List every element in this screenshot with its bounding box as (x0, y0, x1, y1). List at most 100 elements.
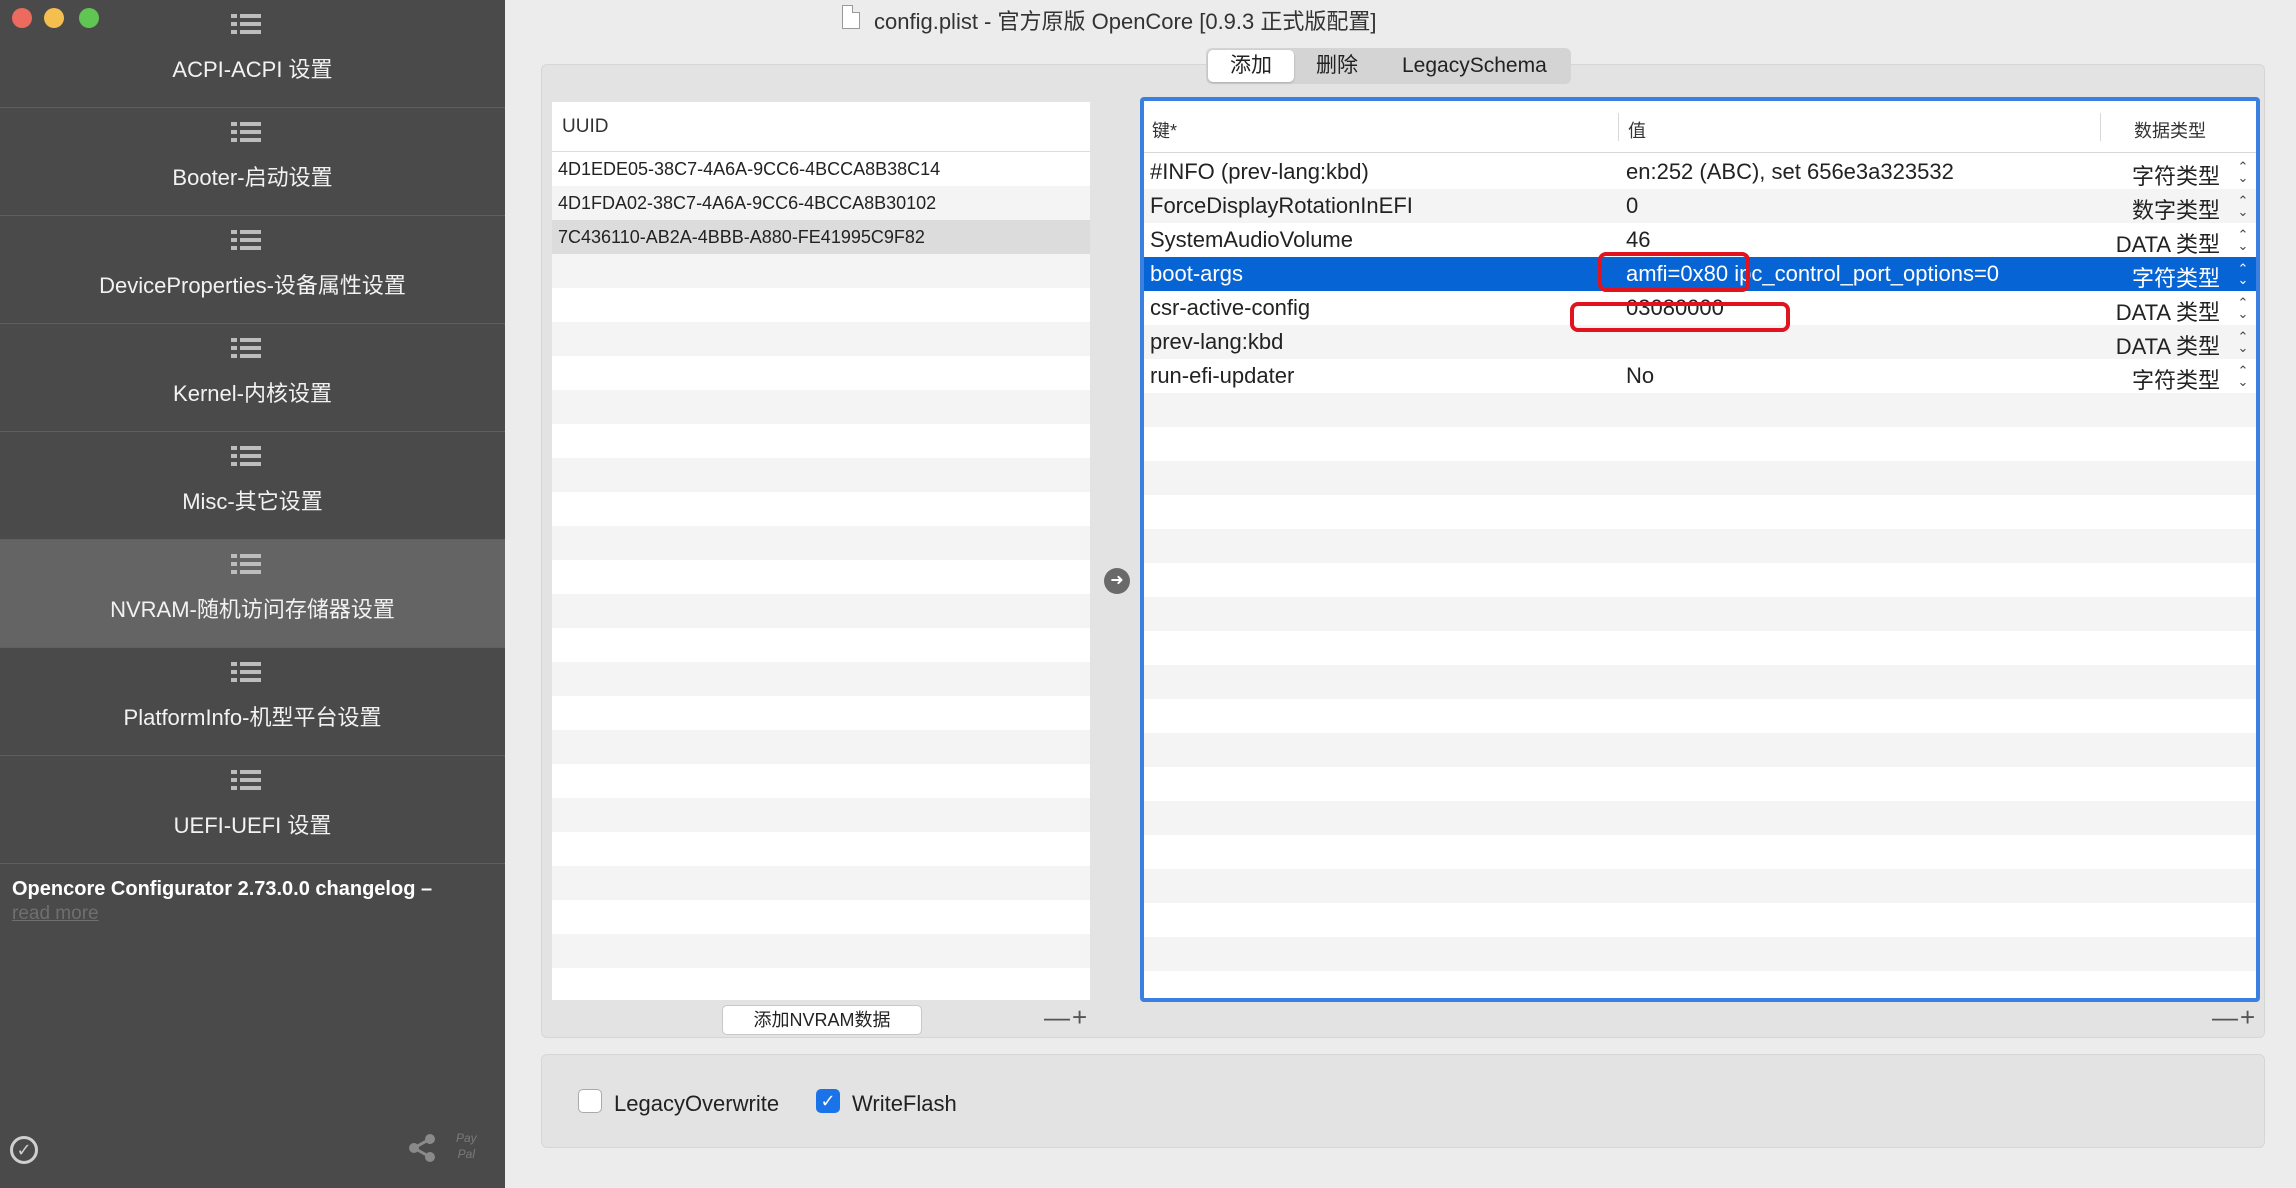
row-type[interactable]: DATA 类型 (2116, 227, 2220, 259)
window-title: config.plist - 官方原版 OpenCore [0.9.3 正式版配… (874, 9, 1377, 34)
row-key: boot-args (1150, 261, 1243, 286)
add-uuid-button[interactable]: + (1072, 1002, 1089, 1032)
row-key: #INFO (prev-lang:kbd) (1150, 159, 1369, 184)
empty-row (552, 798, 1090, 832)
paypal-button[interactable]: Pay Pal (456, 1130, 477, 1162)
empty-row (552, 866, 1090, 900)
paypal-line2: Pal (457, 1147, 476, 1161)
uuid-row[interactable]: 4D1EDE05-38C7-4A6A-9CC6-4BCCA8B38C14 (552, 152, 1090, 186)
empty-row (552, 526, 1090, 560)
row-type[interactable]: DATA 类型 (2116, 295, 2220, 327)
empty-row (1144, 495, 2256, 529)
sidebar-item-platforminfo[interactable]: PlatformInfo-机型平台设置 (0, 648, 505, 756)
list-icon (231, 662, 261, 688)
type-column-header[interactable]: 数据类型 (2134, 117, 2206, 143)
empty-row (1144, 529, 2256, 563)
empty-row (552, 628, 1090, 662)
row-value[interactable]: No (1626, 363, 1654, 389)
sidebar-item-nvram[interactable]: NVRAM-随机访问存储器设置 (0, 540, 505, 648)
highlight-box-csr (1570, 302, 1790, 332)
legacy-overwrite-label: LegacyOverwrite (614, 1091, 780, 1116)
list-icon (231, 338, 261, 364)
empty-row (552, 322, 1090, 356)
tab-legacyschema[interactable]: LegacySchema (1380, 50, 1569, 82)
empty-row (552, 764, 1090, 798)
empty-row (552, 254, 1090, 288)
row-type[interactable]: DATA 类型 (2116, 329, 2220, 361)
paypal-line1: Pay (456, 1131, 477, 1145)
table-row[interactable]: run-efi-updater No 字符类型 ⌃ ⌄ (1144, 359, 2256, 393)
add-entry-button[interactable]: + (2240, 1002, 2257, 1032)
add-nvram-button[interactable]: 添加NVRAM数据 (722, 1005, 922, 1035)
uuid-column-header[interactable]: UUID (552, 102, 1090, 152)
table-row[interactable]: #INFO (prev-lang:kbd) en:252 (ABC), set … (1144, 155, 2256, 189)
empty-row (1144, 597, 2256, 631)
table-row[interactable]: ForceDisplayRotationInEFI 0 数字类型 ⌃ ⌄ (1144, 189, 2256, 223)
tab-bar: 添加 删除 LegacySchema (1206, 48, 1571, 84)
empty-row (1144, 631, 2256, 665)
arrow-right-icon[interactable]: ➜ (1104, 568, 1130, 594)
row-value[interactable]: 46 (1626, 227, 1650, 253)
document-icon (842, 5, 860, 29)
write-flash-checkbox[interactable]: ✓ (816, 1089, 840, 1113)
check-icon[interactable]: ✓ (10, 1136, 38, 1164)
row-value[interactable]: 0 (1626, 193, 1638, 219)
row-key: prev-lang:kbd (1150, 329, 1284, 354)
list-icon (231, 14, 261, 40)
sidebar-item-label: DeviceProperties-设备属性设置 (99, 273, 406, 298)
sidebar-item-misc[interactable]: Misc-其它设置 (0, 432, 505, 540)
empty-row (552, 662, 1090, 696)
empty-row (1144, 903, 2256, 937)
empty-row (1144, 937, 2256, 971)
empty-row (1144, 393, 2256, 427)
empty-row (1144, 563, 2256, 597)
empty-row (1144, 869, 2256, 903)
empty-row (552, 560, 1090, 594)
type-stepper-icon[interactable]: ⌃ ⌄ (2236, 160, 2250, 184)
read-more-link[interactable]: read more (12, 903, 99, 925)
empty-row (552, 934, 1090, 968)
changelog-text: Opencore Configurator 2.73.0.0 changelog… (12, 878, 433, 900)
row-type[interactable]: 字符类型 (2132, 363, 2220, 395)
row-type[interactable]: 数字类型 (2132, 193, 2220, 225)
uuid-row-selected[interactable]: 7C436110-AB2A-4BBB-A880-FE41995C9F82 (552, 220, 1090, 254)
list-icon (231, 554, 261, 580)
legacy-overwrite-checkbox[interactable] (578, 1089, 602, 1113)
tab-delete[interactable]: 删除 (1294, 50, 1380, 82)
row-type[interactable]: 字符类型 (2132, 261, 2220, 293)
sidebar-item-label: Kernel-内核设置 (173, 381, 332, 406)
tab-add[interactable]: 添加 (1208, 50, 1294, 82)
sidebar-item-booter[interactable]: Booter-启动设置 (0, 108, 505, 216)
type-stepper-icon[interactable]: ⌃ ⌄ (2236, 262, 2250, 286)
value-column-header[interactable]: 值 (1628, 117, 1646, 143)
type-stepper-icon[interactable]: ⌃ ⌄ (2236, 228, 2250, 252)
list-icon (231, 446, 261, 472)
uuid-row[interactable]: 4D1FDA02-38C7-4A6A-9CC6-4BCCA8B30102 (552, 186, 1090, 220)
app-window: ACPI-ACPI 设置 Booter-启动设置 DevicePropertie… (0, 0, 2296, 1188)
row-key: csr-active-config (1150, 295, 1311, 320)
write-flash-label: WriteFlash (852, 1091, 957, 1116)
sidebar-item-kernel[interactable]: Kernel-内核设置 (0, 324, 505, 432)
empty-row (552, 356, 1090, 390)
share-icon[interactable] (406, 1132, 438, 1164)
table-header: 键* 值 数据类型 (1144, 101, 2256, 153)
empty-row (552, 390, 1090, 424)
type-stepper-icon[interactable]: ⌃ ⌄ (2236, 296, 2250, 320)
sidebar-item-label: Booter-启动设置 (172, 165, 333, 190)
sidebar-item-acpi[interactable]: ACPI-ACPI 设置 (0, 0, 505, 108)
key-column-header[interactable]: 键* (1152, 117, 1177, 143)
sidebar-item-uefi[interactable]: UEFI-UEFI 设置 (0, 756, 505, 864)
row-key: run-efi-updater (1150, 363, 1295, 388)
sidebar-item-deviceproperties[interactable]: DeviceProperties-设备属性设置 (0, 216, 505, 324)
type-stepper-icon[interactable]: ⌃ ⌄ (2236, 330, 2250, 354)
remove-uuid-button[interactable]: — (1044, 1002, 1072, 1032)
type-stepper-icon[interactable]: ⌃ ⌄ (2236, 364, 2250, 388)
row-type[interactable]: 字符类型 (2132, 159, 2220, 191)
empty-row (552, 900, 1090, 934)
row-value[interactable]: en:252 (ABC), set 656e3a323532 (1626, 159, 1954, 185)
remove-entry-button[interactable]: — (2212, 1002, 2240, 1032)
row-key: SystemAudioVolume (1150, 227, 1353, 252)
key-value-table: 键* 值 数据类型 #INFO (prev-lang:kbd) en:252 (… (1140, 97, 2260, 1002)
type-stepper-icon[interactable]: ⌃ ⌄ (2236, 194, 2250, 218)
empty-row (552, 458, 1090, 492)
